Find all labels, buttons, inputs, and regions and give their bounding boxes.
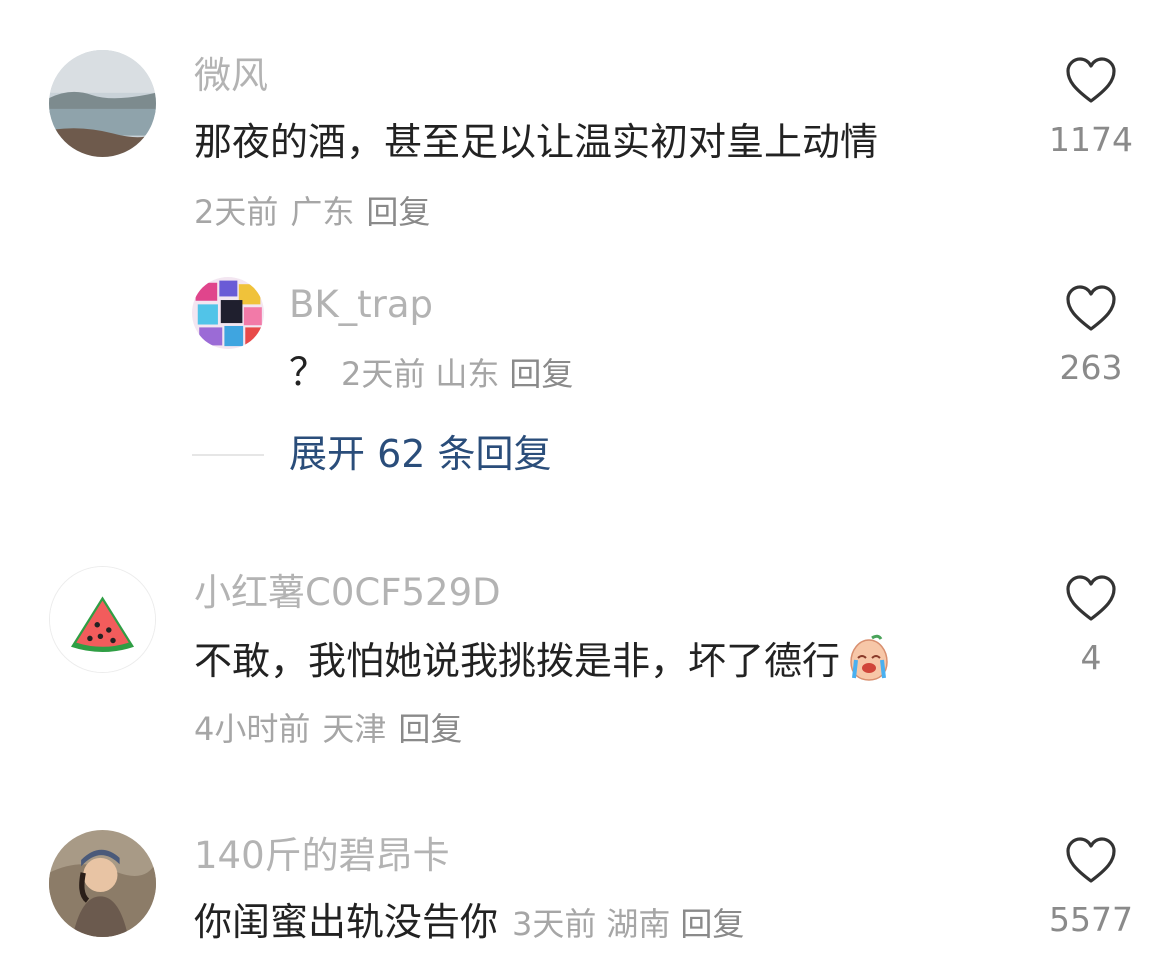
heart-icon: [1066, 575, 1116, 621]
reply-text: ？ 2天前 山东 回复: [289, 346, 583, 400]
crying-emoji-icon: [844, 634, 894, 684]
comment-content: 不敢，我怕她说我挑拨是非，坏了德行: [194, 639, 841, 683]
comment-username[interactable]: 微风: [194, 52, 268, 100]
comment-location: 天津: [322, 710, 387, 748]
comment-location: 广东: [290, 193, 355, 231]
comment-username[interactable]: 小红薯C0CF529D: [194, 569, 501, 617]
reply-username[interactable]: BK_trap: [289, 281, 433, 329]
comment-text: 不敢，我怕她说我挑拨是非，坏了德行: [194, 634, 894, 687]
expand-divider: [192, 454, 264, 456]
comment-meta: 3天前 湖南 回复: [512, 905, 754, 943]
avatar[interactable]: [192, 277, 264, 349]
heart-icon: [1066, 57, 1116, 103]
like-button[interactable]: 1174: [1031, 56, 1151, 162]
avatar[interactable]: [49, 566, 156, 673]
reply-meta: 2天前 山东 回复: [341, 355, 583, 393]
reply-button[interactable]: 回复: [680, 905, 744, 943]
avatar[interactable]: [49, 50, 156, 157]
comment-meta: 4小时前 天津 回复: [194, 707, 474, 751]
comment-location: 湖南: [606, 905, 671, 943]
comment-time: 2天前: [194, 193, 279, 231]
like-count: 4: [1080, 638, 1102, 677]
heart-icon: [1066, 285, 1116, 331]
comment-meta: 2天前 广东 回复: [194, 190, 442, 234]
reply-time: 2天前: [341, 355, 426, 393]
like-count: 1174: [1049, 120, 1133, 159]
reply-content: ？: [289, 350, 328, 394]
reply-button[interactable]: 回复: [509, 355, 573, 393]
like-count: 263: [1059, 348, 1123, 387]
comment-time: 3天前: [512, 905, 597, 943]
avatar[interactable]: [49, 830, 156, 937]
comment-content: 你闺蜜出轨没告你: [194, 900, 499, 944]
heart-icon: [1066, 837, 1116, 883]
comment-time: 4小时前: [194, 710, 311, 748]
watermelon-icon: [50, 567, 155, 672]
comment-username[interactable]: 140斤的碧昂卡: [194, 832, 450, 880]
like-button[interactable]: 5577: [1031, 836, 1151, 942]
comment-text: 那夜的酒，甚至足以让温实初对皇上动情: [194, 120, 879, 164]
reply-button[interactable]: 回复: [366, 193, 430, 231]
reply-button[interactable]: 回复: [398, 710, 462, 748]
comment-text: 你闺蜜出轨没告你 3天前 湖南 回复: [194, 896, 754, 950]
like-button[interactable]: 263: [1031, 284, 1151, 390]
reply-location: 山东: [435, 355, 500, 393]
expand-replies-button[interactable]: 展开 62 条回复: [289, 428, 552, 480]
like-button[interactable]: 4: [1031, 574, 1151, 680]
like-count: 5577: [1049, 900, 1133, 939]
